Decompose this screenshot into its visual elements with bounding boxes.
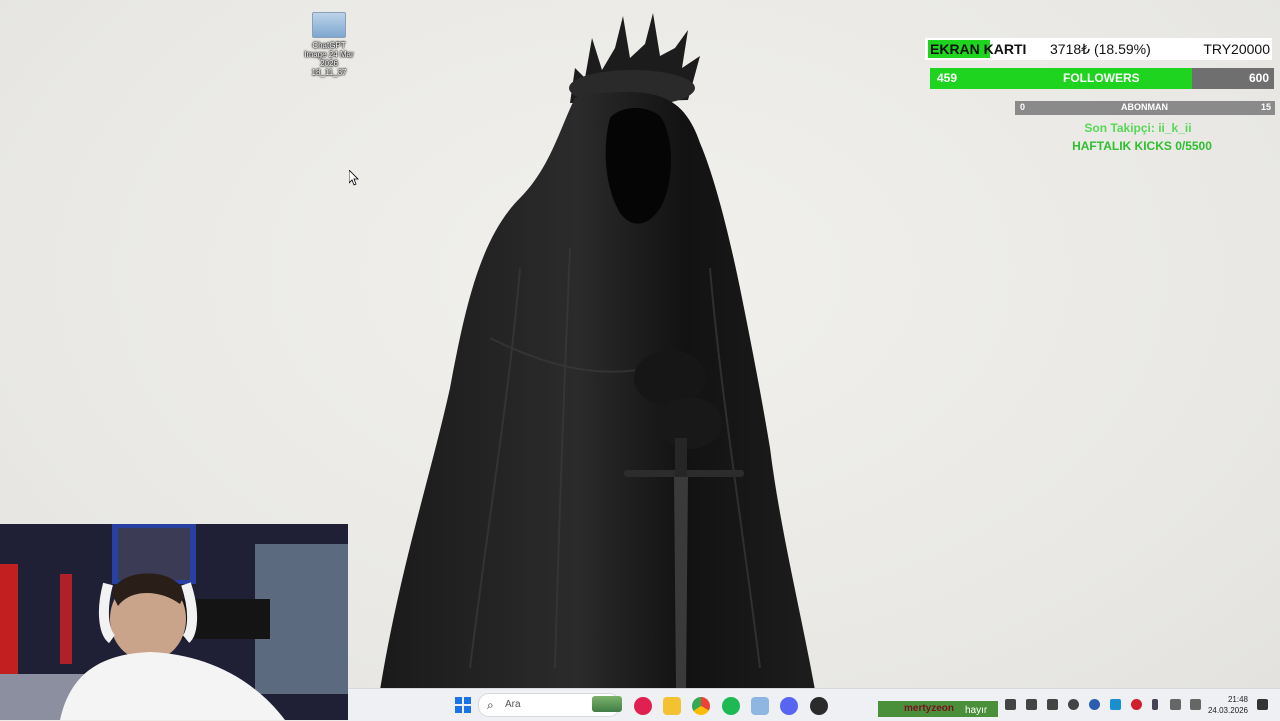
windows-start-icon[interactable] bbox=[455, 697, 471, 713]
followers-target: 600 bbox=[1248, 71, 1269, 85]
chrome-icon[interactable] bbox=[692, 697, 710, 715]
followers-goal-bar: 459 FOLLOWERS 600 bbox=[930, 68, 1274, 89]
chat-username: mertyzeon bbox=[904, 703, 955, 714]
microphone-icon[interactable] bbox=[1152, 699, 1158, 710]
tray-icon[interactable] bbox=[1005, 699, 1016, 710]
followers-current: 459 bbox=[937, 71, 958, 85]
webcam-feed bbox=[0, 524, 348, 720]
weekly-kicks-text: HAFTALIK KICKS 0/5500 bbox=[1072, 139, 1212, 153]
notification-icon[interactable] bbox=[1257, 699, 1268, 710]
steam-icon[interactable] bbox=[1089, 699, 1100, 710]
chat-popup: mertyzeon hayır bbox=[878, 701, 998, 717]
webcam-streamer-image bbox=[0, 524, 348, 720]
tray-icon[interactable] bbox=[1047, 699, 1058, 710]
abonman-label: ABONMAN bbox=[1121, 102, 1168, 112]
followers-progress bbox=[930, 68, 1192, 89]
abonman-current: 0 bbox=[1020, 102, 1026, 112]
discord-icon[interactable] bbox=[780, 697, 798, 715]
network-icon[interactable] bbox=[1170, 699, 1181, 710]
media-icon[interactable] bbox=[634, 697, 652, 715]
abonman-target: 15 bbox=[1260, 102, 1271, 112]
donation-goal-bar: EKRAN KARTI 3718₺ (18.59%) TRY20000 bbox=[925, 38, 1272, 60]
spotify-icon[interactable] bbox=[722, 697, 740, 715]
goal-title: EKRAN KARTI bbox=[930, 41, 1027, 57]
file-explorer-icon[interactable] bbox=[663, 697, 681, 715]
app-icon[interactable] bbox=[751, 697, 769, 715]
search-icon: ⌕ bbox=[487, 698, 494, 712]
clock-date: 24.03.2026 bbox=[1207, 706, 1248, 715]
desktop-file-label: ChatGPT Image 24 Mar 2026 18_11_37 bbox=[304, 41, 354, 77]
tray-icon[interactable] bbox=[1110, 699, 1121, 710]
image-file-icon bbox=[312, 12, 346, 38]
wallpaper-hooded-king-figure bbox=[380, 13, 815, 690]
record-icon[interactable] bbox=[1131, 699, 1142, 710]
followers-label: FOLLOWERS bbox=[1063, 71, 1140, 85]
mouse-cursor-icon bbox=[349, 170, 359, 186]
abonman-goal-bar: 0 ABONMAN 15 bbox=[1015, 101, 1275, 115]
tray-icon[interactable] bbox=[1026, 699, 1037, 710]
widgets-icon[interactable] bbox=[592, 696, 622, 712]
last-follower-text: Son Takipçi: ii_k_ii bbox=[1084, 121, 1192, 135]
chat-message: hayır bbox=[965, 705, 988, 716]
desktop-file-icon[interactable]: ChatGPT Image 24 Mar 2026 18_11_37 bbox=[303, 10, 355, 77]
taskbar-clock[interactable]: 21:48 24.03.2026 bbox=[1208, 694, 1248, 716]
volume-icon[interactable] bbox=[1190, 699, 1201, 710]
goal-target: TRY20000 bbox=[1203, 41, 1270, 57]
clock-time: 21:48 bbox=[1227, 695, 1248, 704]
goal-amount: 3718₺ (18.59%) bbox=[1050, 41, 1151, 57]
obs-icon[interactable] bbox=[810, 697, 828, 715]
tray-icon[interactable] bbox=[1068, 699, 1079, 710]
search-placeholder: Ara bbox=[505, 699, 521, 710]
